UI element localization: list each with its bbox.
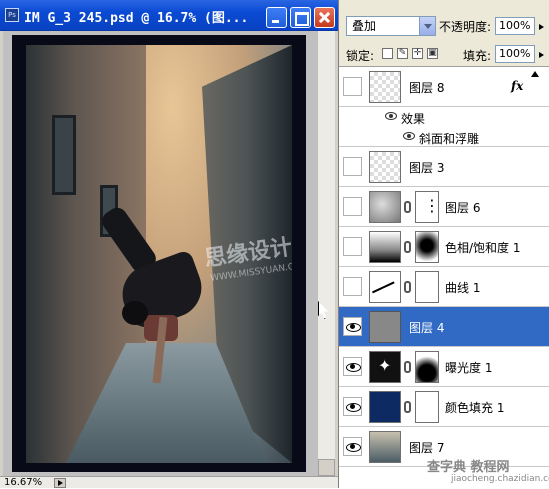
layers-panel: 叠加 不透明度: 100% 锁定: ✎ ✛ ▣ 填充: 100% 图层 8 fx…	[338, 0, 549, 488]
layer-name[interactable]: 曝光度 1	[445, 359, 492, 376]
close-icon	[315, 8, 334, 27]
layer-thumbnail	[369, 431, 401, 463]
eye-icon[interactable]	[385, 112, 397, 120]
document-image[interactable]: 思缘设计 WWW.MISSYUAN.COM	[26, 45, 292, 463]
minimize-button[interactable]	[266, 7, 287, 28]
layer-mask-thumbnail[interactable]	[415, 271, 439, 303]
eye-icon[interactable]	[343, 357, 362, 376]
fill-input[interactable]: 100%	[495, 45, 535, 63]
layer-row[interactable]: 图层 3	[339, 147, 549, 187]
scroll-up-arrow-icon[interactable]	[531, 71, 539, 77]
layer-mask-thumbnail[interactable]	[415, 391, 439, 423]
blend-mode-select[interactable]: 叠加	[346, 16, 436, 36]
fill-arrow-icon[interactable]	[537, 45, 547, 63]
opacity-arrow-icon[interactable]	[537, 17, 547, 35]
effect-item-label: 斜面和浮雕	[419, 132, 480, 146]
fx-icon[interactable]: fx	[511, 79, 523, 93]
opacity-label: 不透明度:	[439, 20, 492, 34]
window-shutter	[52, 115, 76, 195]
effects-label: 效果	[401, 112, 426, 126]
layer-thumbnail	[369, 71, 401, 103]
layer-row[interactable]: 曝光度 1	[339, 347, 549, 387]
lock-row: 锁定: ✎ ✛ ▣ 填充: 100%	[339, 42, 549, 66]
opacity-input[interactable]: 100%	[495, 17, 535, 35]
layer-thumbnail	[369, 191, 401, 223]
canvas-area[interactable]: 思缘设计 WWW.MISSYUAN.COM	[3, 31, 318, 476]
layer-row[interactable]: 图层 6	[339, 187, 549, 227]
layer-row[interactable]: 图层 8 fx	[339, 67, 549, 107]
color-fill-thumbnail	[369, 391, 401, 423]
lock-label: 锁定:	[346, 49, 375, 63]
layer-name[interactable]: 颜色填充 1	[445, 399, 504, 416]
layer-name[interactable]: 图层 8	[409, 79, 444, 96]
dancer-head	[122, 301, 148, 325]
layer-mask-thumbnail[interactable]	[415, 231, 439, 263]
adjustment-thumbnail	[369, 231, 401, 263]
exposure-icon	[369, 351, 401, 383]
visibility-toggle[interactable]	[343, 237, 362, 256]
chevron-down-icon[interactable]	[419, 17, 435, 35]
visibility-toggle[interactable]	[343, 277, 362, 296]
window-title: IM G_3 245.psd @ 16.7% (图...	[24, 11, 249, 26]
layer-row[interactable]: 色相/饱和度 1	[339, 227, 549, 267]
status-menu-arrow-icon[interactable]	[54, 478, 66, 488]
lock-all-icon[interactable]: ▣	[427, 48, 438, 59]
link-chain-icon	[404, 361, 411, 373]
visibility-toggle[interactable]	[343, 197, 362, 216]
blend-row: 叠加 不透明度: 100%	[339, 14, 549, 38]
blend-mode-value: 叠加	[352, 19, 377, 33]
status-bar: 16.67%	[0, 476, 338, 488]
scroll-down-button[interactable]	[318, 459, 335, 476]
curves-icon	[369, 271, 401, 303]
lock-paint-brush-icon[interactable]: ✎	[397, 48, 408, 59]
layer-name[interactable]: 图层 7	[409, 439, 444, 456]
layer-row[interactable]: 曲线 1	[339, 267, 549, 307]
effect-item-row[interactable]: 斜面和浮雕	[339, 127, 549, 147]
lock-position-move-icon[interactable]: ✛	[412, 48, 423, 59]
layer-mask-thumbnail[interactable]	[415, 351, 439, 383]
fill-label: 填充:	[463, 49, 492, 63]
link-chain-icon	[404, 281, 411, 293]
layer-name[interactable]: 图层 3	[409, 159, 444, 176]
layer-name[interactable]: 色相/饱和度 1	[445, 239, 521, 256]
eye-icon[interactable]	[343, 397, 362, 416]
eye-icon[interactable]	[343, 437, 362, 456]
site-watermark-url: jiaocheng.chazidian.com	[451, 474, 549, 484]
visibility-toggle[interactable]	[343, 157, 362, 176]
maximize-icon	[291, 8, 310, 27]
image-frame: 思缘设计 WWW.MISSYUAN.COM	[12, 35, 306, 472]
eye-icon[interactable]	[403, 132, 415, 140]
link-chain-icon	[404, 201, 411, 213]
vertical-scrollbar[interactable]	[318, 31, 335, 476]
maximize-button[interactable]	[290, 7, 311, 28]
layer-row[interactable]: 颜色填充 1	[339, 387, 549, 427]
eye-icon[interactable]	[343, 317, 362, 336]
site-watermark: 查字典 教程网	[427, 460, 510, 475]
layer-row[interactable]: 图层 4	[339, 307, 549, 347]
layer-name[interactable]: 图层 6	[445, 199, 480, 216]
zoom-level[interactable]: 16.67%	[4, 477, 42, 489]
minimize-icon	[267, 8, 286, 27]
visibility-toggle[interactable]	[343, 77, 362, 96]
layer-thumbnail	[369, 151, 401, 183]
layer-thumbnail	[369, 311, 401, 343]
layer-name[interactable]: 图层 4	[409, 319, 444, 336]
lock-transparency-icon[interactable]	[382, 48, 393, 59]
close-button[interactable]	[314, 7, 335, 28]
title-bar[interactable]: Ps IM G_3 245.psd @ 16.7% (图...	[0, 0, 338, 31]
link-chain-icon	[404, 241, 411, 253]
layer-mask-thumbnail[interactable]	[415, 191, 440, 223]
photoshop-icon: Ps	[5, 8, 19, 22]
layer-name[interactable]: 曲线 1	[445, 279, 480, 296]
link-chain-icon	[404, 401, 411, 413]
layers-list[interactable]: 图层 8 fx 效果 斜面和浮雕 图层 3 图层 6	[339, 66, 549, 488]
effects-row[interactable]: 效果	[339, 107, 549, 127]
document-window: Ps IM G_3 245.psd @ 16.7% (图... 思缘设计 WWW…	[0, 0, 338, 488]
